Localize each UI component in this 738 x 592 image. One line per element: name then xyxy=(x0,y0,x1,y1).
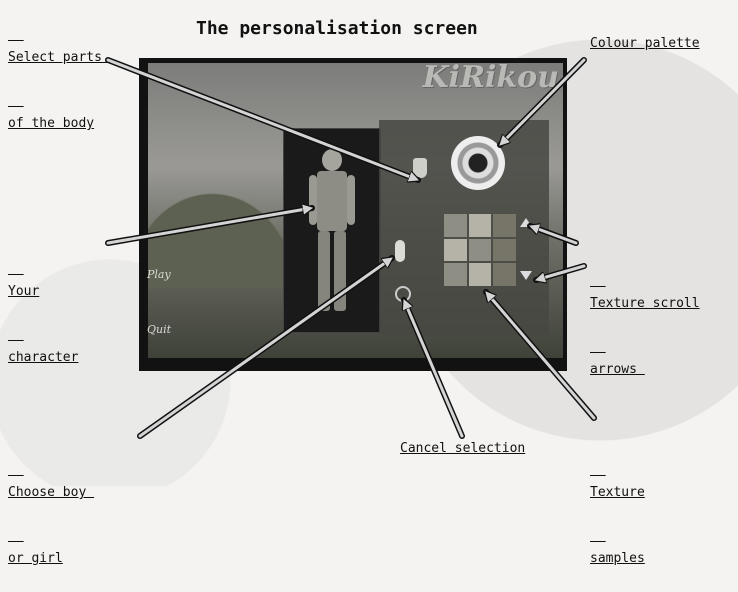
character-torso[interactable] xyxy=(317,171,347,231)
menu-item-quit[interactable]: Quit xyxy=(147,323,171,336)
texture-sample[interactable] xyxy=(493,214,516,237)
body-part-selector-icon[interactable] xyxy=(413,158,427,178)
character-right-leg[interactable] xyxy=(334,231,346,311)
label-your-character: Your character xyxy=(8,237,78,391)
texture-sample[interactable] xyxy=(444,214,467,237)
label-texture-samples-line2: samples xyxy=(590,551,645,566)
game-screenshot: KiRikou Play Quit xyxy=(139,58,567,371)
label-texture-samples: Texture samples xyxy=(590,438,645,592)
label-select-parts: Select parts of the body xyxy=(8,3,110,157)
character-left-leg[interactable] xyxy=(318,231,330,311)
label-colour-palette: Colour palette xyxy=(590,36,700,51)
game-logo: KiRikou xyxy=(422,60,559,95)
texture-sample[interactable] xyxy=(468,263,492,286)
label-choose-boy-girl: Choose boy or girl xyxy=(8,438,94,592)
gender-toggle-icon[interactable] xyxy=(395,240,405,262)
label-choose-boy-girl-line1: Choose boy xyxy=(8,485,95,500)
cancel-selection-icon[interactable] xyxy=(395,286,411,302)
label-texture-scroll-line2: arrows xyxy=(590,362,645,377)
label-texture-scroll-line1: Texture scroll xyxy=(590,296,700,311)
texture-samples-grid xyxy=(444,214,516,286)
character-head[interactable] xyxy=(322,149,342,171)
character-figure xyxy=(309,149,355,319)
texture-scroll-down-icon[interactable] xyxy=(520,271,532,280)
menu-item-play[interactable]: Play xyxy=(147,268,171,281)
label-cancel-selection: Cancel selection xyxy=(400,441,526,456)
label-your-character-line2: character xyxy=(8,350,79,365)
texture-sample[interactable] xyxy=(444,263,467,286)
label-select-parts-line2: of the body xyxy=(8,116,95,131)
texture-scroll-up-icon[interactable] xyxy=(520,218,532,227)
label-select-parts-line1: Select parts xyxy=(8,50,110,65)
label-choose-boy-girl-line2: or girl xyxy=(8,551,63,566)
texture-sample[interactable] xyxy=(468,214,492,237)
texture-sample[interactable] xyxy=(444,238,467,262)
character-panel xyxy=(283,128,381,333)
character-right-arm[interactable] xyxy=(347,175,355,225)
texture-sample[interactable] xyxy=(468,238,492,262)
colour-palette-wheel[interactable] xyxy=(451,136,505,190)
page-title: The personalisation screen xyxy=(196,18,478,39)
texture-sample[interactable] xyxy=(493,238,516,262)
label-texture-samples-line1: Texture xyxy=(590,485,645,500)
texture-sample[interactable] xyxy=(493,263,516,286)
label-texture-scroll: Texture scroll arrows xyxy=(590,249,700,403)
character-left-arm[interactable] xyxy=(309,175,317,225)
label-your-character-line1: Your xyxy=(8,284,40,299)
